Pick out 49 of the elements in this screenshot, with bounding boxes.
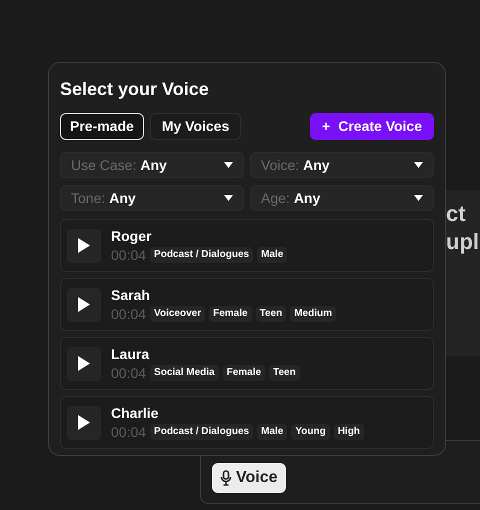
- caret-icon: [414, 195, 423, 201]
- voice-row[interactable]: Roger 00:04 Podcast / Dialogues Male: [60, 219, 434, 272]
- heading-text: upl: [446, 228, 480, 256]
- filter-dropdown[interactable]: Voice: Any: [250, 152, 434, 178]
- play-icon: [78, 238, 90, 253]
- heading-text: ct: [446, 200, 467, 228]
- tag: Male: [257, 424, 288, 440]
- tag: Teen: [269, 365, 300, 381]
- voice-row[interactable]: Charlie 00:04 Podcast / Dialogues Male Young High: [60, 396, 434, 449]
- duration-text: 00:04: [111, 364, 146, 382]
- tag: Male: [257, 247, 288, 263]
- caret-icon: [414, 162, 423, 168]
- play-button[interactable]: [67, 406, 101, 440]
- tab[interactable]: My Voices: [150, 113, 242, 140]
- play-icon: [78, 415, 90, 430]
- tab[interactable]: Pre-made: [60, 113, 144, 140]
- filter-dropdown[interactable]: Use Case: Any: [60, 152, 244, 178]
- play-button[interactable]: [67, 288, 101, 322]
- voice-name: Laura: [111, 345, 150, 363]
- tag: Voiceover: [150, 306, 206, 322]
- play-button[interactable]: [67, 228, 101, 262]
- create-voice-button[interactable]: + Create Voice: [310, 113, 434, 140]
- tag: Young: [291, 424, 330, 440]
- voice-row[interactable]: Sarah 00:04 Voiceover Female Teen Medium: [60, 278, 434, 331]
- caret-icon: [224, 162, 233, 168]
- voice-name: Sarah: [111, 286, 151, 304]
- voice-name: Charlie: [111, 404, 160, 422]
- tag: Medium: [290, 306, 336, 322]
- caret-icon: [224, 195, 233, 201]
- voice-button[interactable]: Voice: [212, 463, 286, 493]
- filter-dropdown[interactable]: Age: Any: [250, 185, 434, 211]
- tag: Teen: [256, 306, 286, 322]
- duration-text: 00:04: [111, 246, 146, 264]
- tag: Podcast / Dialogues: [150, 247, 254, 263]
- tag: Female: [209, 306, 252, 322]
- duration-text: 00:04: [111, 423, 146, 441]
- play-icon: [78, 356, 90, 371]
- filter-dropdown[interactable]: Tone: Any: [60, 185, 244, 211]
- microphone-icon: [220, 470, 232, 486]
- popup-title: Select your Voice: [60, 78, 210, 101]
- tag: High: [334, 424, 364, 440]
- tag: Podcast / Dialogues: [150, 424, 254, 440]
- duration-text: 00:04: [111, 305, 146, 323]
- voice-name: Roger: [111, 227, 152, 245]
- play-button[interactable]: [67, 346, 101, 380]
- tag: Female: [222, 365, 266, 381]
- voice-row[interactable]: Laura 00:04 Social Media Female Teen: [60, 337, 434, 390]
- play-icon: [78, 297, 90, 312]
- tag: Social Media: [150, 365, 219, 381]
